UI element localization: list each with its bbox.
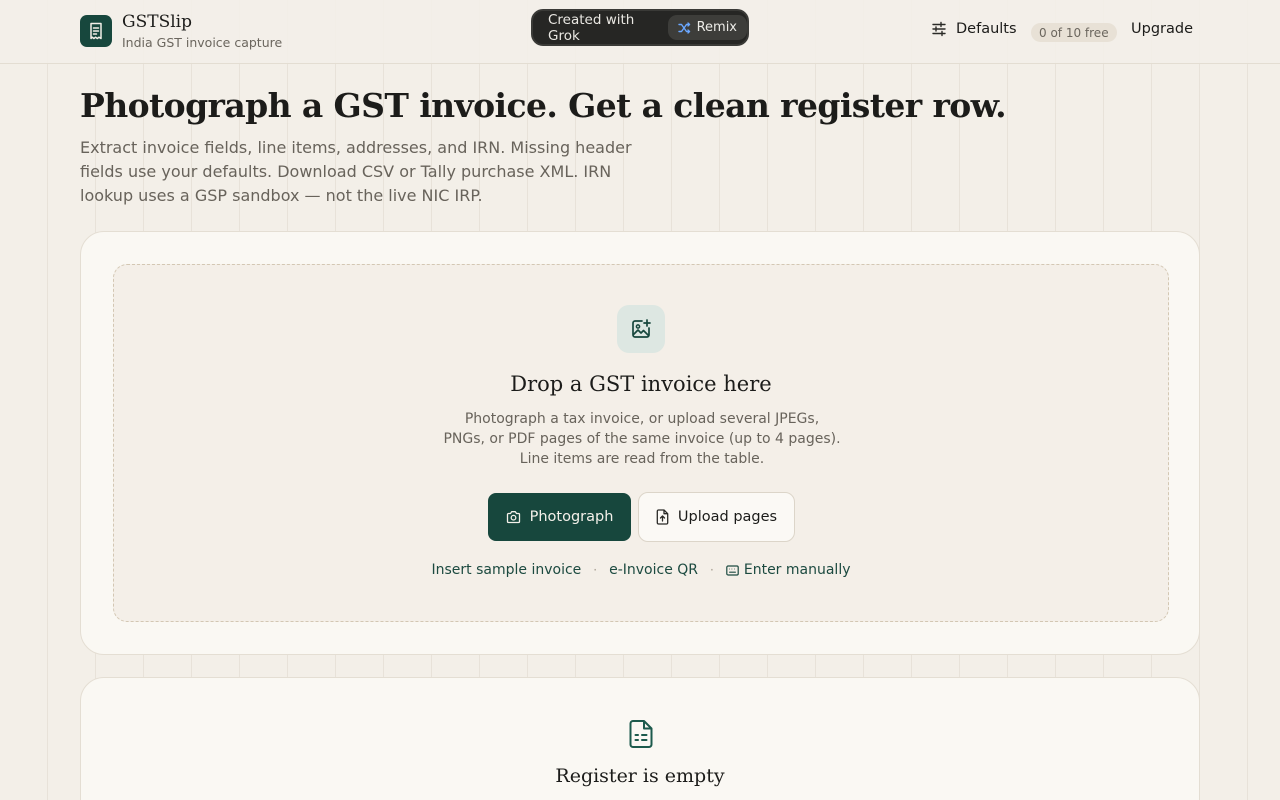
brand-name[interactable]: GSTSlip bbox=[122, 12, 192, 32]
dropzone-description: Photograph a tax invoice, or upload seve… bbox=[443, 411, 841, 467]
file-upload-icon bbox=[656, 509, 669, 525]
page-description: Extract invoice fields, line items, addr… bbox=[80, 138, 632, 205]
insert-sample-link[interactable]: Insert sample invoice bbox=[432, 562, 582, 578]
free-quota-badge: 0 of 10 free bbox=[1031, 23, 1117, 42]
brand-subtitle: India GST invoice capture bbox=[122, 35, 283, 50]
remix-label: Remix bbox=[696, 20, 737, 35]
remix-button[interactable]: Remix bbox=[667, 15, 747, 40]
separator-dot: · bbox=[710, 563, 714, 577]
shuffle-icon bbox=[677, 21, 690, 34]
register-card: Register is empty bbox=[80, 677, 1200, 800]
app-header: GSTSlip India GST invoice capture Create… bbox=[0, 0, 1280, 64]
image-plus-icon bbox=[617, 305, 665, 353]
camera-icon bbox=[506, 511, 520, 524]
receipt-icon[interactable] bbox=[80, 15, 112, 47]
upload-card: Drop a GST invoice here Photograph a tax… bbox=[80, 231, 1200, 655]
keyboard-icon bbox=[726, 564, 739, 576]
enter-manually-link[interactable]: Enter manually bbox=[726, 562, 851, 578]
alternate-input-links: Insert sample invoice · e-Invoice QR · E… bbox=[114, 562, 1168, 578]
upload-pages-label: Upload pages bbox=[677, 509, 778, 525]
dropzone-title: Drop a GST invoice here bbox=[510, 372, 772, 396]
upload-pages-button[interactable]: Upload pages bbox=[638, 492, 795, 542]
grok-label: Created with Grok bbox=[548, 11, 635, 44]
sliders-icon bbox=[932, 21, 946, 37]
defaults-button[interactable]: Defaults bbox=[931, 21, 1017, 37]
upgrade-link[interactable]: Upgrade bbox=[1131, 21, 1193, 37]
einvoice-qr-link[interactable]: e-Invoice QR bbox=[609, 562, 698, 578]
created-with-grok-pill: Created with Grok Remix bbox=[531, 9, 749, 46]
defaults-label: Defaults bbox=[956, 21, 1017, 37]
enter-manually-label: Enter manually bbox=[743, 562, 851, 578]
separator-dot: · bbox=[593, 563, 598, 577]
invoice-dropzone[interactable]: Drop a GST invoice here Photograph a tax… bbox=[113, 264, 1169, 622]
page-title: Photograph a GST invoice. Get a clean re… bbox=[80, 86, 1007, 125]
spreadsheet-file-icon bbox=[626, 718, 656, 750]
register-empty-title: Register is empty bbox=[555, 765, 725, 787]
photograph-button[interactable]: Photograph bbox=[488, 493, 631, 541]
photograph-label: Photograph bbox=[529, 509, 614, 525]
